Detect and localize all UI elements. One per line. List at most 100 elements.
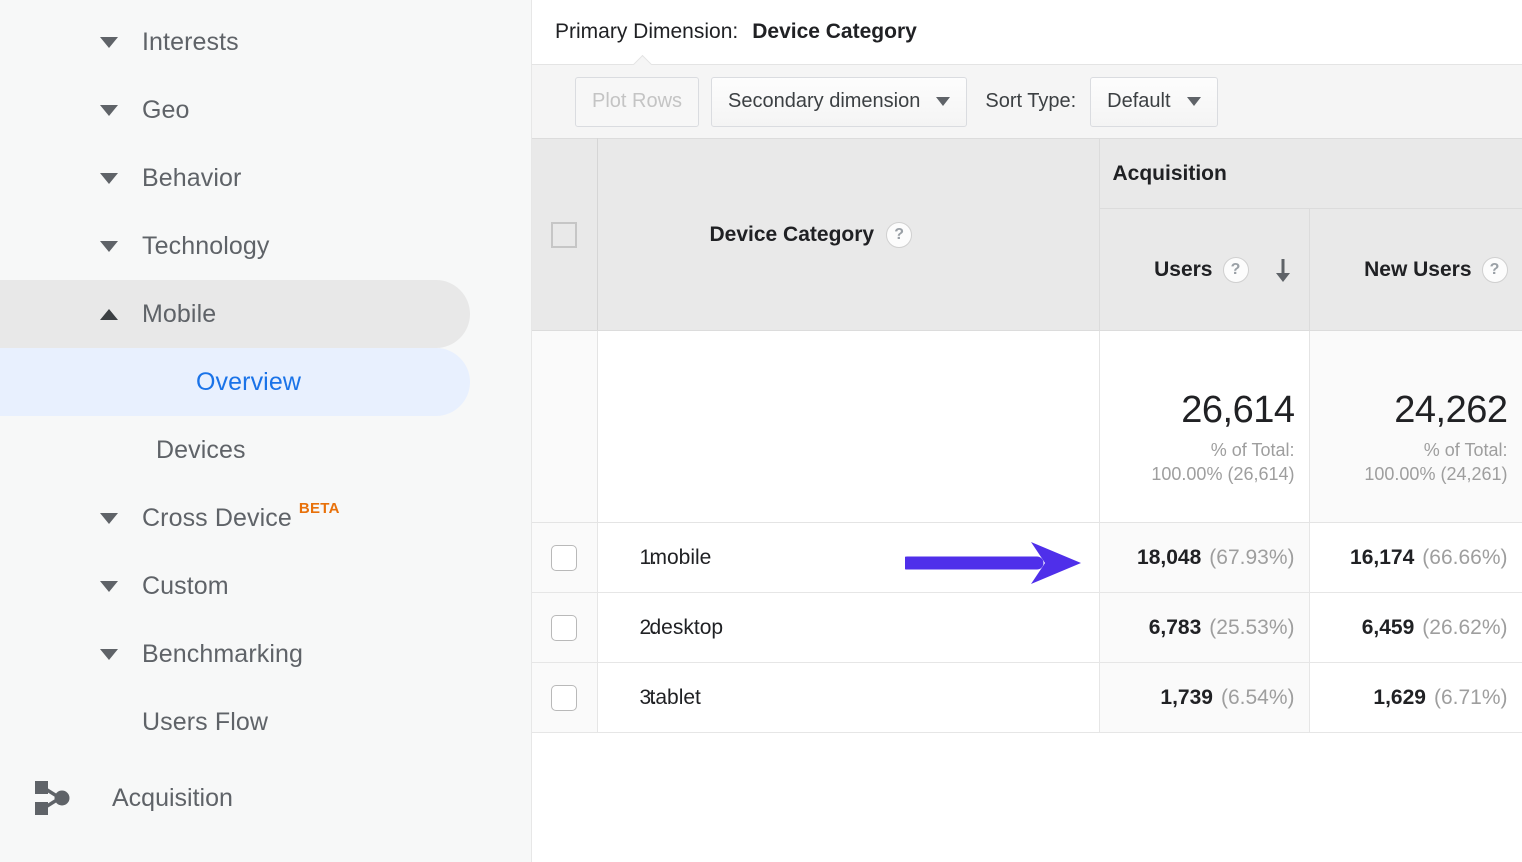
table-header-group-row: Device Category ? Acquisition (532, 139, 1522, 209)
totals-row: 26,614 % of Total: 100.00% (26,614) 24,2… (532, 331, 1522, 523)
sidebar-item-label: Benchmarking (142, 640, 303, 669)
chevron-down-icon[interactable] (98, 31, 120, 53)
row-checkbox-cell (532, 523, 597, 593)
column-header-users[interactable]: Users ? (1099, 209, 1309, 331)
table-body: 26,614 % of Total: 100.00% (26,614) 24,2… (532, 331, 1522, 733)
table-toolbar: Plot Rows Secondary dimension Sort Type:… (532, 64, 1522, 138)
totals-users-pct-label: % of Total: (1100, 438, 1295, 462)
row-dimension-name[interactable]: mobile (650, 546, 712, 570)
row-dimension-cell: 3. tablet (597, 663, 1099, 733)
row-new-users-percent: (26.62%) (1422, 616, 1507, 639)
table-row[interactable]: 1. mobile 18,048 (67.93%) 16,174(66.66%) (532, 523, 1522, 593)
plot-rows-label: Plot Rows (592, 90, 682, 113)
acquisition-node-icon (30, 776, 74, 820)
sidebar-item-label: Geo (142, 96, 190, 125)
toolbar-notch (632, 55, 652, 65)
row-users-percent: (6.54%) (1221, 686, 1295, 709)
primary-dimension-label: Primary Dimension: (555, 20, 738, 44)
row-checkbox[interactable] (551, 545, 577, 571)
chevron-up-icon[interactable] (98, 303, 120, 325)
sidebar-item-benchmarking[interactable]: Benchmarking (0, 620, 470, 688)
totals-users-value: 26,614 (1100, 367, 1295, 429)
totals-new-users-pct-value: 100.00% (24,261) (1310, 462, 1508, 486)
sidebar-item-interests[interactable]: Interests (0, 8, 470, 76)
secondary-dimension-dropdown[interactable]: Secondary dimension (711, 77, 967, 127)
sidebar-item-label: Overview (196, 368, 301, 397)
sidebar-item-label: Behavior (142, 164, 241, 193)
totals-users-cell: 26,614 % of Total: 100.00% (26,614) (1099, 331, 1309, 523)
row-dimension-name[interactable]: desktop (650, 616, 724, 640)
row-checkbox-cell (532, 663, 597, 733)
sort-descending-icon[interactable] (1271, 257, 1295, 283)
row-rank: 3. (598, 686, 650, 710)
table-row[interactable]: 3. tablet 1,739 (6.54%) 1,629 (6.71%) (532, 663, 1522, 733)
row-new-users-percent: (6.71%) (1434, 686, 1508, 709)
sidebar-item-label: Mobile (142, 300, 216, 329)
row-users-percent: (67.93%) (1209, 546, 1294, 569)
column-header-new-users[interactable]: New Users ? (1309, 209, 1522, 331)
sidebar-item-cross-device[interactable]: Cross Device BETA (0, 484, 470, 552)
sidebar-item-label: Users Flow (142, 708, 268, 737)
sidebar-item-mobile[interactable]: Mobile (0, 280, 470, 348)
row-new-users-cell: 16,174(66.66%) (1309, 523, 1522, 593)
primary-dimension-bar: Primary Dimension: Device Category (532, 0, 1522, 64)
row-dimension-name[interactable]: tablet (650, 686, 701, 710)
help-icon[interactable]: ? (886, 222, 912, 248)
report-table-container: Device Category ? Acquisition Users (532, 138, 1522, 733)
primary-dimension-value[interactable]: Device Category (752, 20, 917, 44)
help-icon[interactable]: ? (1223, 257, 1249, 283)
totals-new-users-cell: 24,262 % of Total: 100.00% (24,261) (1309, 331, 1522, 523)
totals-new-users-value: 24,262 (1310, 367, 1508, 429)
chevron-down-icon[interactable] (98, 643, 120, 665)
sidebar-item-label: Interests (142, 28, 239, 57)
totals-checkbox-cell (532, 331, 597, 523)
sidebar-item-technology[interactable]: Technology (0, 212, 470, 280)
row-users-cell: 18,048 (67.93%) (1099, 523, 1309, 593)
table-row[interactable]: 2. desktop 6,783(25.53%) 6,459(26.62%) (532, 593, 1522, 663)
chevron-down-icon (936, 97, 950, 106)
row-users-value: 1,739 (1160, 686, 1213, 709)
row-new-users-value: 1,629 (1373, 686, 1426, 709)
sidebar-item-behavior[interactable]: Behavior (0, 144, 470, 212)
chevron-down-icon[interactable] (98, 507, 120, 529)
sidebar-section-acquisition[interactable]: Acquisition (0, 764, 531, 832)
table-head: Device Category ? Acquisition Users (532, 139, 1522, 331)
users-header-label: Users (1154, 258, 1212, 282)
sidebar-item-overview[interactable]: Overview (0, 348, 470, 416)
row-checkbox[interactable] (551, 685, 577, 711)
row-users-value: 18,048 (1137, 546, 1201, 569)
chevron-down-icon[interactable] (98, 235, 120, 257)
row-users-value: 6,783 (1149, 616, 1202, 639)
sidebar-item-geo[interactable]: Geo (0, 76, 470, 144)
spacer-icon (98, 711, 120, 733)
sidebar-item-label: Custom (142, 572, 229, 601)
sidebar-item-devices[interactable]: Devices (0, 416, 470, 484)
sort-type-dropdown[interactable]: Default (1090, 77, 1217, 127)
dimension-header-cell[interactable]: Device Category ? (597, 139, 1099, 331)
left-navigation-sidebar: Interests Geo Behavior Technology Mobile (0, 0, 532, 862)
row-rank: 2. (598, 616, 650, 640)
sort-type-value: Default (1107, 90, 1170, 113)
sidebar-item-custom[interactable]: Custom (0, 552, 470, 620)
row-rank: 1. (598, 546, 650, 570)
device-category-table: Device Category ? Acquisition Users (532, 138, 1522, 733)
select-all-checkbox[interactable] (551, 222, 577, 248)
row-new-users-value: 6,459 (1362, 616, 1415, 639)
row-new-users-cell: 6,459 (26.62%) (1309, 593, 1522, 663)
chevron-down-icon[interactable] (98, 167, 120, 189)
sidebar-item-label: Devices (156, 436, 246, 465)
row-checkbox[interactable] (551, 615, 577, 641)
sidebar-item-label: Technology (142, 232, 269, 261)
totals-users-pct-value: 100.00% (26,614) (1100, 462, 1295, 486)
plot-rows-button[interactable]: Plot Rows (575, 77, 699, 127)
help-icon[interactable]: ? (1482, 257, 1508, 283)
chevron-down-icon[interactable] (98, 99, 120, 121)
beta-badge: BETA (299, 500, 340, 517)
acquisition-group-header: Acquisition (1099, 139, 1522, 209)
secondary-dimension-label: Secondary dimension (728, 90, 920, 113)
chevron-down-icon[interactable] (98, 575, 120, 597)
dimension-header-label: Device Category (710, 223, 875, 247)
sidebar-item-users-flow[interactable]: Users Flow (0, 688, 470, 756)
sort-type-label: Sort Type: (985, 90, 1076, 113)
totals-dimension-cell (597, 331, 1099, 523)
